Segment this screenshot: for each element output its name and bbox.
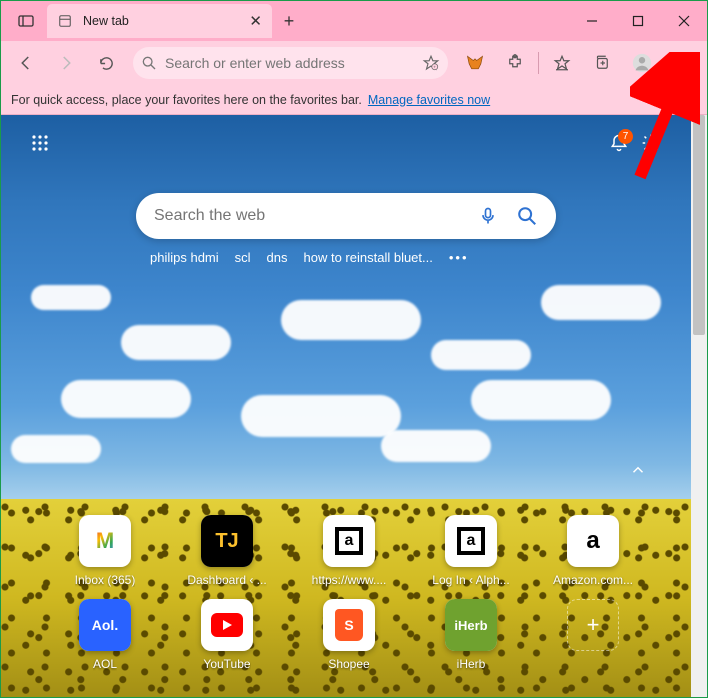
quick-link-tile[interactable]: aLog In ‹ Alph... (425, 515, 517, 587)
quick-link-tile[interactable]: Aol.AOL (59, 599, 151, 671)
search-suggestions: philips hdmi scl dns how to reinstall bl… (136, 250, 556, 265)
window-controls (569, 1, 707, 41)
browser-tab[interactable]: New tab ✕ (47, 4, 272, 38)
tab-title: New tab (83, 14, 239, 28)
suggestion-item[interactable]: philips hdmi (150, 250, 219, 265)
manage-favorites-link[interactable]: Manage favorites now (368, 93, 490, 107)
favorite-star-icon[interactable]: + (422, 54, 440, 72)
quick-link-tile[interactable]: SShopee (303, 599, 395, 671)
new-tab-page: 7 philips hdmi scl dns how to reinstall … (1, 115, 691, 697)
metamask-extension-icon[interactable] (456, 46, 494, 80)
toolbar: + (1, 41, 707, 85)
settings-menu-button[interactable] (663, 46, 701, 80)
app-launcher-icon[interactable] (31, 134, 49, 152)
suggestion-item[interactable]: dns (267, 250, 288, 265)
close-tab-button[interactable]: ✕ (249, 12, 262, 30)
web-search-bar[interactable] (136, 193, 556, 239)
forward-button[interactable] (47, 46, 85, 80)
quick-link-tile[interactable]: MInbox (365) (59, 515, 151, 587)
vertical-scrollbar[interactable] (691, 115, 707, 697)
extensions-button[interactable] (496, 46, 534, 80)
quick-link-tile[interactable]: aAmazon.com... (547, 515, 639, 587)
back-button[interactable] (7, 46, 45, 80)
tab-actions-button[interactable] (9, 6, 43, 36)
quick-link-tile[interactable]: ahttps://www.... (303, 515, 395, 587)
quick-link-tile[interactable]: iHerbiHerb (425, 599, 517, 671)
svg-text:+: + (433, 64, 436, 69)
notification-badge: 7 (618, 129, 633, 144)
search-submit-icon[interactable] (516, 205, 538, 227)
profile-button[interactable] (623, 46, 661, 80)
close-window-button[interactable] (661, 1, 707, 41)
scroll-thumb[interactable] (693, 115, 705, 335)
more-suggestions-icon[interactable]: ••• (449, 250, 469, 265)
quick-links-grid: MInbox (365) TJDashboard ‹ ... ahttps://… (1, 515, 691, 683)
quick-link-tile[interactable]: TJDashboard ‹ ... (181, 515, 273, 587)
address-input[interactable] (165, 55, 414, 71)
suggestion-item[interactable]: how to reinstall bluet... (304, 250, 433, 265)
quick-link-tile[interactable]: YouTube (181, 599, 273, 671)
titlebar: New tab ✕ + (1, 1, 707, 41)
search-icon (141, 55, 157, 71)
collections-button[interactable] (583, 46, 621, 80)
favorites-bar: For quick access, place your favorites h… (1, 85, 707, 115)
voice-search-icon[interactable] (478, 206, 498, 226)
web-search-input[interactable] (154, 207, 478, 225)
new-tab-button[interactable]: + (272, 11, 306, 32)
notifications-button[interactable]: 7 (609, 133, 629, 153)
minimize-button[interactable] (569, 1, 615, 41)
address-bar[interactable]: + (133, 47, 448, 79)
add-quick-link-button[interactable]: + (547, 599, 639, 671)
favorites-hint-text: For quick access, place your favorites h… (11, 93, 362, 107)
maximize-button[interactable] (615, 1, 661, 41)
suggestion-item[interactable]: scl (235, 250, 251, 265)
page-icon (57, 13, 73, 29)
page-settings-button[interactable] (641, 133, 661, 153)
scroll-up-caret-icon[interactable] (629, 461, 647, 479)
refresh-button[interactable] (87, 46, 125, 80)
favorites-button[interactable] (543, 46, 581, 80)
